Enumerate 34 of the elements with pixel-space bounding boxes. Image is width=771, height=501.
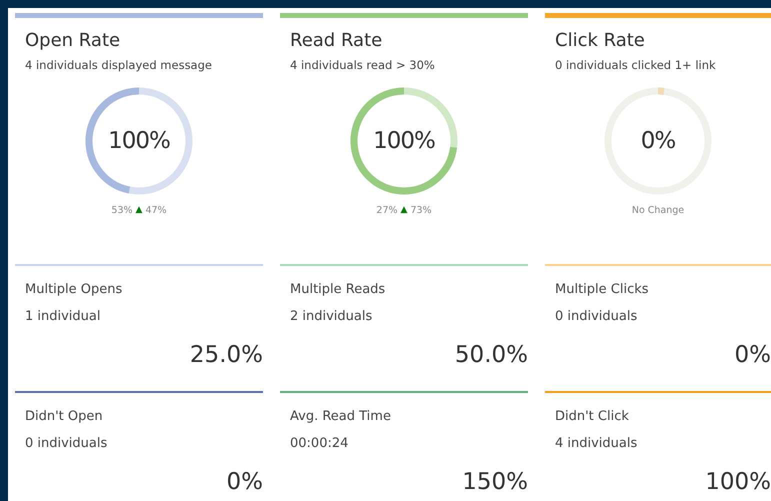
card-subtitle: 0 individuals clicked 1+ link [555, 58, 717, 72]
previous-rate: 27% [376, 204, 398, 216]
stat-label: Multiple Opens [25, 282, 124, 297]
rate-change: 47% [145, 204, 167, 216]
change-note: No Change [632, 204, 684, 216]
stat-value: 50.0% [454, 342, 528, 368]
stat-detail: 00:00:24 [290, 436, 350, 451]
ring-value: 0% [640, 128, 676, 154]
stat-value: 150% [462, 469, 528, 495]
previous-rate: 53% [111, 204, 133, 216]
stat-detail: 4 individuals [555, 436, 638, 451]
stat-value: 100% [705, 469, 771, 495]
stat-value: 0% [226, 469, 263, 495]
stat-label: Didn't Click [555, 409, 630, 424]
stat-value: 25.0% [190, 342, 263, 368]
card-title: Click Rate [555, 30, 646, 51]
stat-detail: 0 individuals [555, 309, 638, 324]
ring-value: 100% [108, 128, 170, 154]
ring-value: 100% [373, 128, 435, 154]
card-title: Read Rate [290, 30, 384, 51]
stat-value: 0% [734, 342, 771, 368]
up-arrow-icon: ▲ [136, 205, 142, 215]
card-subtitle: 4 individuals read > 30% [290, 58, 436, 72]
rate-change: 73% [410, 204, 432, 216]
stat-label: Multiple Reads [290, 282, 386, 297]
card-title: Open Rate [25, 30, 122, 51]
card-subtitle: 4 individuals displayed message [25, 58, 213, 72]
stat-detail: 0 individuals [25, 436, 108, 451]
stat-label: Didn't Open [25, 409, 104, 424]
stat-detail: 2 individuals [290, 309, 374, 324]
stat-detail: 1 individual [25, 309, 102, 324]
stat-label: Avg. Read Time [290, 409, 392, 424]
up-arrow-icon: ▲ [400, 205, 408, 215]
stat-label: Multiple Clicks [555, 282, 650, 297]
